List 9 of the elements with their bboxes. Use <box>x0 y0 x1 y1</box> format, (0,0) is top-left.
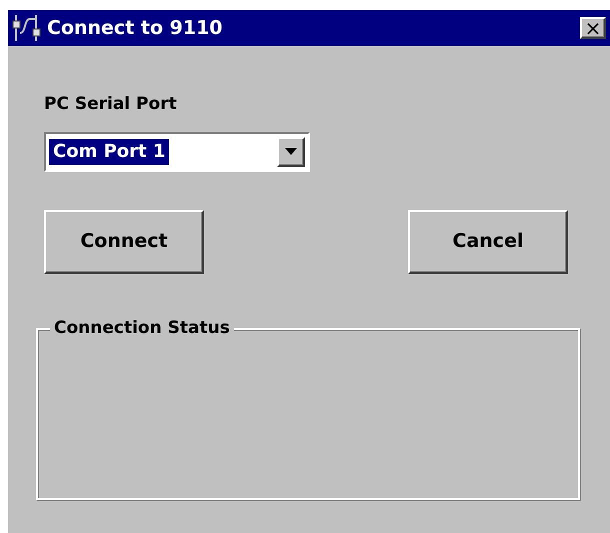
port-value: Com Port 1 <box>49 138 170 164</box>
dialog-button[interactable]: Cancel <box>408 210 568 274</box>
close-button[interactable]: × <box>580 17 606 39</box>
caret-icon <box>285 148 297 155</box>
port-label: PC Serial Port <box>44 93 178 116</box>
dialog-button[interactable]: Connect <box>44 210 204 274</box>
window-title: Connect to 9110 <box>47 16 224 41</box>
port-dropdown[interactable]: Com Port 1 <box>44 132 310 172</box>
dropdown-arrow-button[interactable] <box>277 136 305 166</box>
